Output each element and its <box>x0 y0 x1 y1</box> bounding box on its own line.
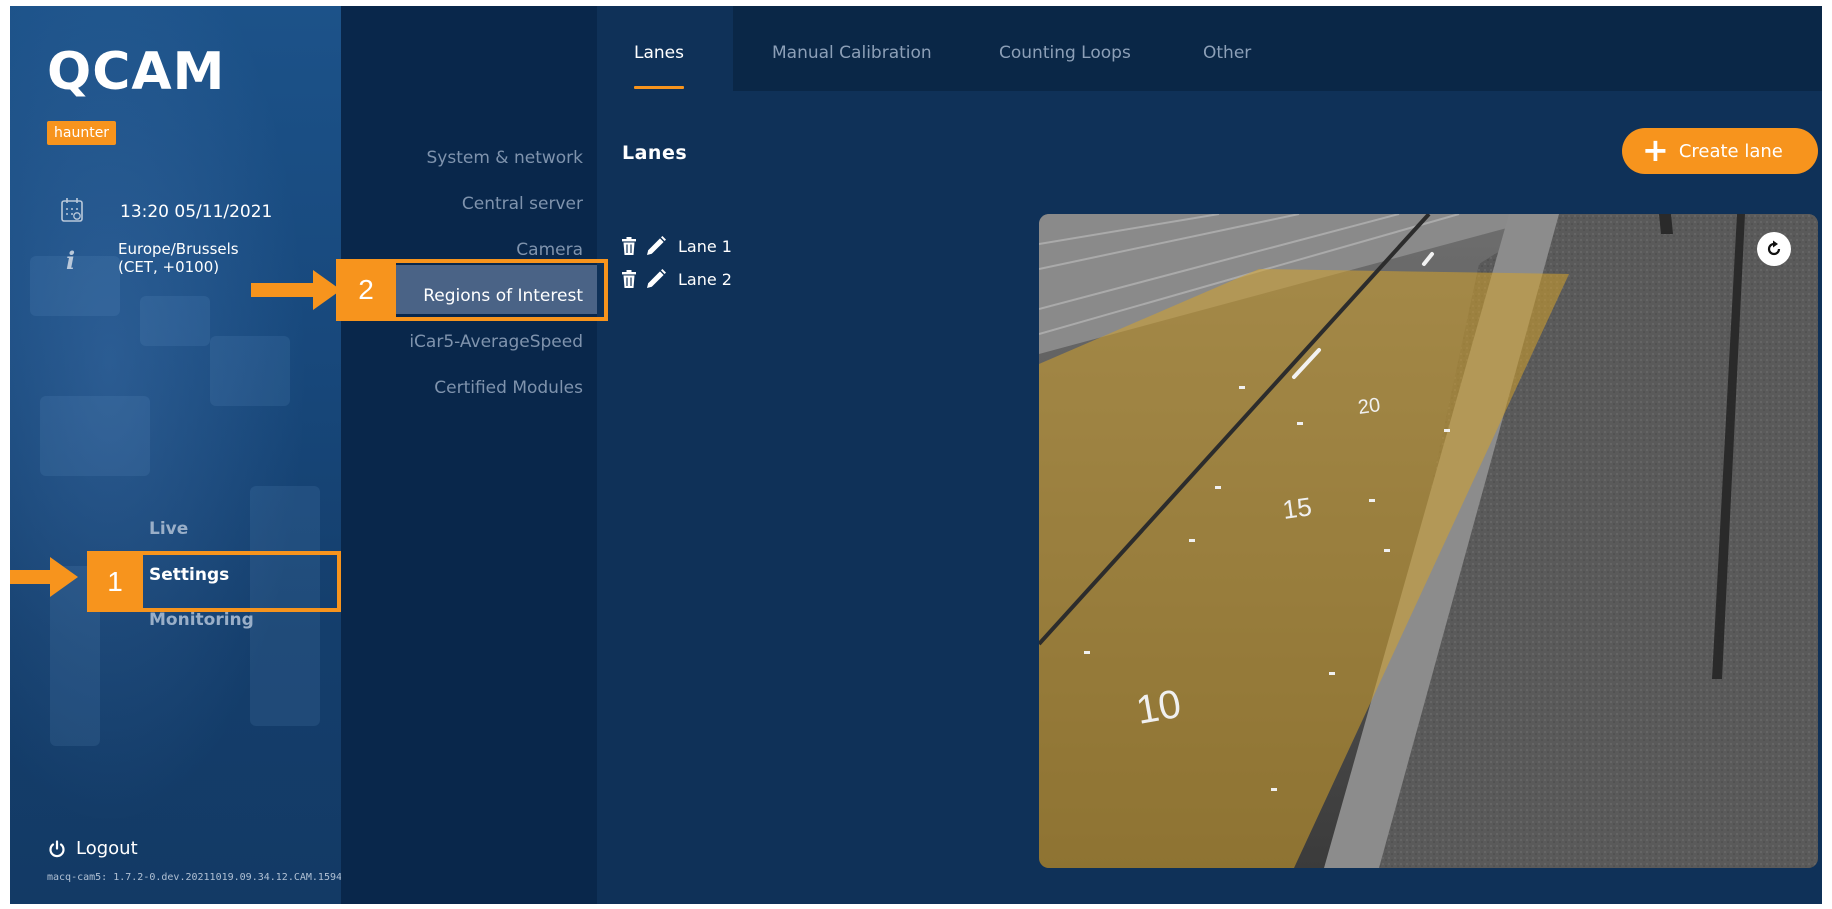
camera-frame[interactable]: 20 15 10 <box>1039 214 1818 868</box>
current-datetime: 13:20 05/11/2021 <box>120 202 273 222</box>
timezone-offset: (CET, +0100) <box>118 258 220 276</box>
power-icon <box>49 839 65 857</box>
trash-icon[interactable] <box>622 237 636 255</box>
submenu-central-server[interactable]: Central server <box>462 194 583 214</box>
lane-name: Lane 2 <box>678 269 732 289</box>
annotation-highlight-regions-of-interest <box>336 259 608 321</box>
refresh-button[interactable] <box>1757 232 1791 266</box>
refresh-icon <box>1767 240 1781 256</box>
logout-label: Logout <box>76 838 138 859</box>
submenu-camera[interactable]: Camera <box>516 240 583 260</box>
submenu-icar5-averagespeed[interactable]: iCar5-AverageSpeed <box>409 332 583 352</box>
app-logo: QCAM <box>47 42 226 102</box>
lane-item: Lane 1 <box>622 236 732 256</box>
nav-monitoring[interactable]: Monitoring <box>149 610 254 630</box>
tab-manual-calibration[interactable]: Manual Calibration <box>772 43 932 63</box>
version-string: macq-cam5: 1.7.2-0.dev.20211019.09.34.12… <box>47 872 341 883</box>
annotation-highlight-settings <box>87 551 341 612</box>
road-marking-20: 20 <box>1357 394 1382 419</box>
calendar-icon <box>61 198 83 222</box>
pencil-icon[interactable] <box>646 269 666 289</box>
road-marking-15: 15 <box>1281 491 1314 525</box>
tab-counting-loops[interactable]: Counting Loops <box>999 43 1131 63</box>
nav-live[interactable]: Live <box>149 519 188 539</box>
annotation-arrow-2 <box>251 270 341 310</box>
brand-sidebar: QCAM haunter 13:20 05/11/2021 i Europe/B… <box>10 6 341 904</box>
tab-active-indicator <box>634 86 684 89</box>
tab-bar: Lanes Manual Calibration Counting Loops … <box>597 6 1822 91</box>
tab-other[interactable]: Other <box>1203 43 1251 63</box>
lane-name: Lane 1 <box>678 236 732 256</box>
trash-icon[interactable] <box>622 270 636 288</box>
app-window: QCAM haunter 13:20 05/11/2021 i Europe/B… <box>10 6 1822 904</box>
camera-view[interactable]: 20 15 10 <box>1039 214 1818 868</box>
submenu-system-network[interactable]: System & network <box>427 148 584 168</box>
annotation-arrow-1 <box>10 557 78 597</box>
timezone: Europe/Brussels (CET, +0100) <box>118 240 239 276</box>
pencil-icon[interactable] <box>646 236 666 256</box>
timezone-name: Europe/Brussels <box>118 240 239 258</box>
create-lane-button[interactable]: + Create lane <box>1622 128 1818 174</box>
submenu-certified-modules[interactable]: Certified Modules <box>434 378 583 398</box>
create-lane-label: Create lane <box>1678 140 1783 162</box>
lane-item: Lane 2 <box>622 269 732 289</box>
road-marking-10: 10 <box>1133 682 1184 733</box>
section-title: Lanes <box>622 142 688 164</box>
settings-submenu: System & network Central server Camera R… <box>341 6 597 904</box>
tab-lanes[interactable]: Lanes <box>634 43 684 63</box>
plus-icon: + <box>1642 130 1669 169</box>
info-icon: i <box>66 246 76 275</box>
user-badge: haunter <box>47 121 117 145</box>
logout-button[interactable]: Logout <box>48 838 138 859</box>
